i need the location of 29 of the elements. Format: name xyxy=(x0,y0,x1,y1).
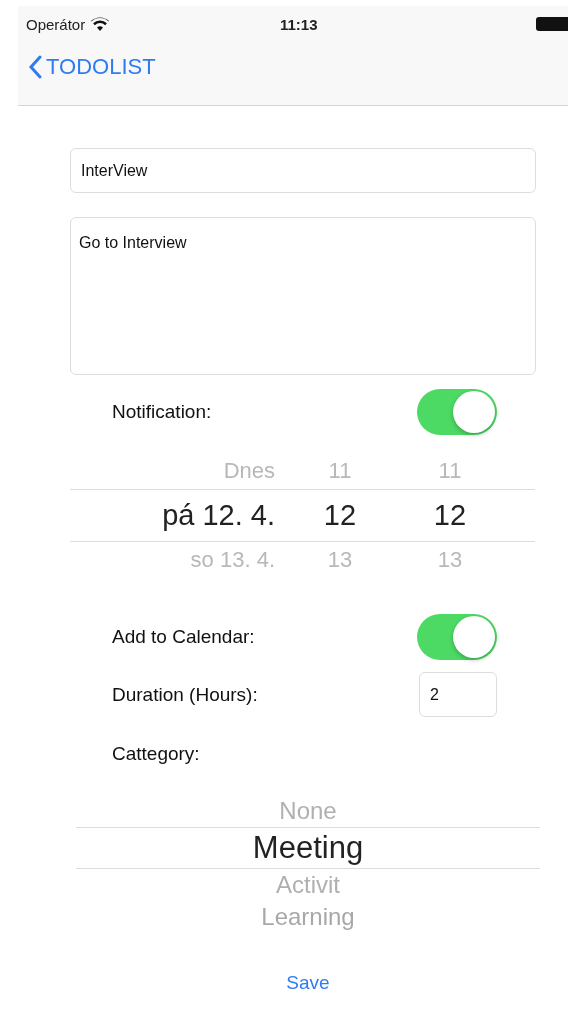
title-field[interactable]: InterView xyxy=(70,148,536,193)
category-label: Cattegory: xyxy=(112,743,200,765)
calendar-label: Add to Calendar: xyxy=(112,626,255,648)
category-option[interactable]: Activit xyxy=(76,871,540,899)
duration-label: Duration (Hours): xyxy=(112,683,258,706)
category-option[interactable]: Meeting xyxy=(76,830,540,866)
notification-label: Notification: xyxy=(112,401,212,423)
notes-field[interactable]: Go to Interview xyxy=(70,217,536,375)
picker-option[interactable]: 12 xyxy=(405,499,495,532)
picker-option[interactable]: pá 12. 4. xyxy=(70,499,275,532)
calendar-switch[interactable] xyxy=(417,614,497,660)
category-option[interactable]: Learning xyxy=(76,903,540,931)
duration-field[interactable]: 2 xyxy=(419,672,497,717)
wifi-icon xyxy=(91,17,110,31)
battery-icon xyxy=(536,17,568,31)
status-time: 11:13 xyxy=(280,15,318,33)
picker-option[interactable]: Dnes xyxy=(70,458,275,484)
back-button[interactable]: TODOLIST xyxy=(28,54,156,80)
picker-option[interactable]: so 13. 4. xyxy=(70,547,275,573)
save-button[interactable]: Save xyxy=(280,971,336,995)
chevron-left-icon xyxy=(28,55,42,79)
picker-option[interactable]: 13 xyxy=(275,547,405,573)
picker-option[interactable]: 11 xyxy=(275,458,405,484)
picker-option[interactable]: 11 xyxy=(405,458,495,484)
category-option[interactable]: None xyxy=(76,797,540,825)
notification-switch[interactable] xyxy=(417,389,497,435)
picker-option[interactable]: 13 xyxy=(405,547,495,573)
carrier-name: Operátor xyxy=(26,15,86,33)
picker-option[interactable]: 12 xyxy=(275,499,405,532)
